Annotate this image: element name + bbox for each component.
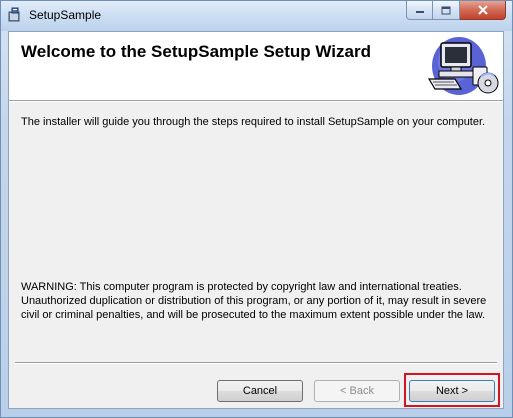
- maximize-icon: [441, 6, 451, 14]
- copyright-warning: WARNING: This computer program is protec…: [21, 281, 487, 321]
- intro-text: The installer will guide you through the…: [21, 116, 486, 128]
- wizard-header: Welcome to the SetupSample Setup Wizard: [9, 32, 503, 102]
- title-bar[interactable]: SetupSample: [1, 1, 512, 31]
- minimize-button[interactable]: [406, 1, 433, 20]
- installer-icon: [8, 7, 20, 22]
- maximize-button[interactable]: [433, 1, 460, 20]
- footer-divider: [15, 362, 497, 364]
- close-icon: [477, 5, 488, 15]
- minimize-icon: [415, 11, 424, 13]
- computer-setup-icon: [427, 37, 499, 95]
- wizard-client-area: Welcome to the SetupSample Setup Wizard …: [8, 31, 504, 409]
- wizard-title: Welcome to the SetupSample Setup Wizard: [21, 42, 371, 61]
- back-button[interactable]: < Back: [314, 380, 400, 402]
- cancel-button[interactable]: Cancel: [217, 380, 303, 402]
- caption-buttons: [406, 1, 506, 21]
- setup-window: SetupSample Welcome to the SetupSample S…: [0, 0, 513, 418]
- close-button[interactable]: [460, 1, 506, 20]
- window-title: SetupSample: [29, 8, 102, 22]
- next-button-highlight: [404, 373, 500, 407]
